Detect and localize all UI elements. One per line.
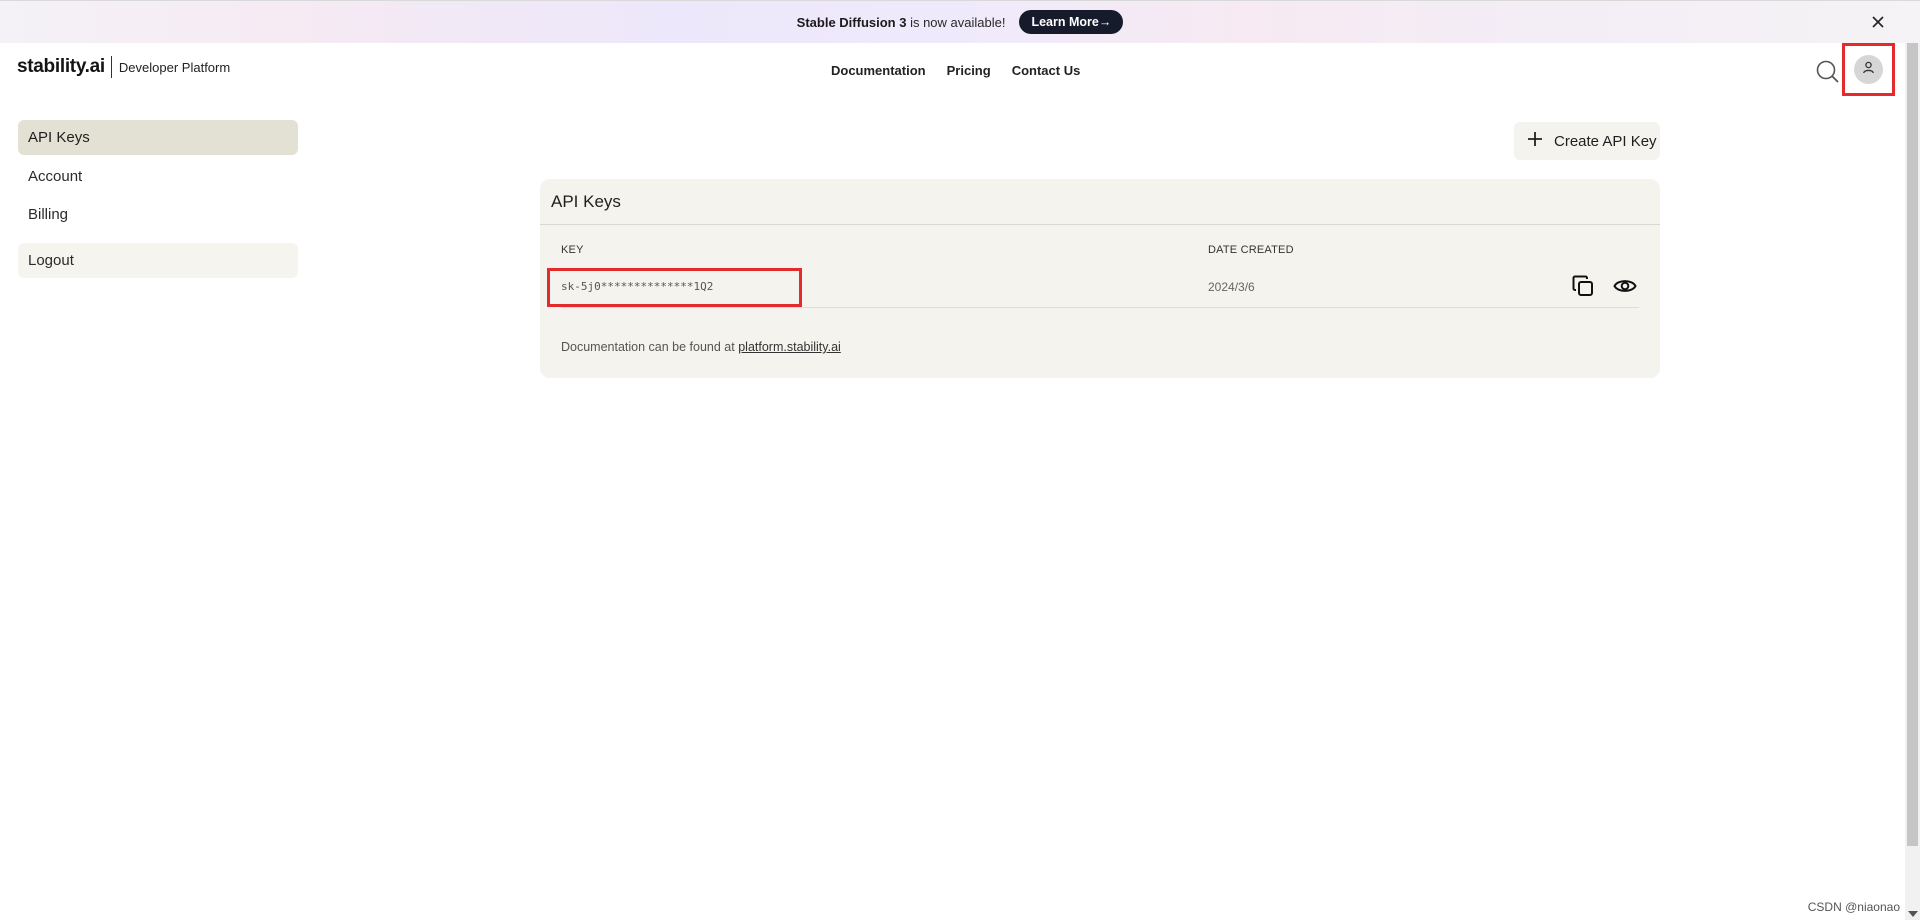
logout-button[interactable]: Logout [18, 243, 298, 278]
search-icon[interactable] [1815, 59, 1841, 85]
table-header: KEY DATE CREATED [561, 244, 1639, 264]
sidebar-item-label: Billing [28, 205, 69, 223]
scrollbar-thumb[interactable] [1907, 43, 1918, 846]
key-highlight-box [547, 268, 802, 307]
copy-icon[interactable] [1569, 272, 1597, 300]
user-avatar[interactable] [1854, 55, 1883, 84]
banner-text: Stable Diffusion 3 is now available! [796, 14, 1006, 30]
row-actions [1569, 272, 1639, 300]
sidebar-item-account[interactable]: Account [18, 157, 298, 195]
logout-label: Logout [28, 252, 74, 269]
scroll-down-arrow-icon[interactable] [1908, 911, 1918, 917]
close-icon[interactable] [1868, 12, 1888, 32]
api-keys-card: API Keys KEY DATE CREATED sk-5j0********… [540, 179, 1660, 378]
sidebar-item-label: Account [28, 167, 83, 185]
user-icon [1862, 61, 1875, 79]
sidebar-item-label: API Keys [28, 129, 90, 146]
sidebar: API Keys Account Billing Logout [18, 120, 298, 278]
api-keys-table: KEY DATE CREATED sk-5j0**************1Q2… [547, 244, 1639, 308]
announcement-banner: Stable Diffusion 3 is now available! Lea… [0, 0, 1920, 43]
nav-contact-us[interactable]: Contact Us [1012, 63, 1081, 78]
sidebar-item-billing[interactable]: Billing [18, 195, 298, 233]
page-scrollbar[interactable] [1905, 43, 1920, 920]
column-header-key: KEY [561, 244, 584, 256]
documentation-note-text: Documentation can be found at [561, 340, 739, 354]
table-row: sk-5j0**************1Q2 2024/3/6 [547, 266, 1639, 308]
create-api-key-label: Create API Key [1554, 132, 1657, 150]
nav-pricing[interactable]: Pricing [947, 63, 991, 78]
platform-link[interactable]: platform.stability.ai [738, 340, 841, 354]
date-created-value: 2024/3/6 [1208, 279, 1255, 294]
create-api-key-button[interactable]: Create API Key [1514, 122, 1660, 160]
nav-documentation[interactable]: Documentation [831, 63, 926, 78]
watermark: CSDN @niaonao [1807, 900, 1900, 914]
platform-subtitle: Developer Platform [118, 59, 231, 75]
learn-more-button[interactable]: Learn More→ [1019, 10, 1124, 34]
avatar-highlight [1842, 43, 1895, 96]
main-nav: Documentation Pricing Contact Us [831, 63, 1080, 78]
eye-icon[interactable] [1611, 272, 1639, 300]
logo[interactable]: stability.ai Developer Platform [17, 56, 230, 78]
brand-name: stability.ai [17, 56, 105, 77]
documentation-note: Documentation can be found at platform.s… [561, 340, 841, 354]
logo-divider [110, 56, 112, 78]
plus-icon [1526, 130, 1544, 152]
card-title: API Keys [540, 179, 1660, 225]
top-header: stability.ai Developer Platform Document… [0, 43, 1905, 98]
column-header-date-created: DATE CREATED [1208, 244, 1294, 256]
sidebar-item-api-keys[interactable]: API Keys [18, 120, 298, 155]
